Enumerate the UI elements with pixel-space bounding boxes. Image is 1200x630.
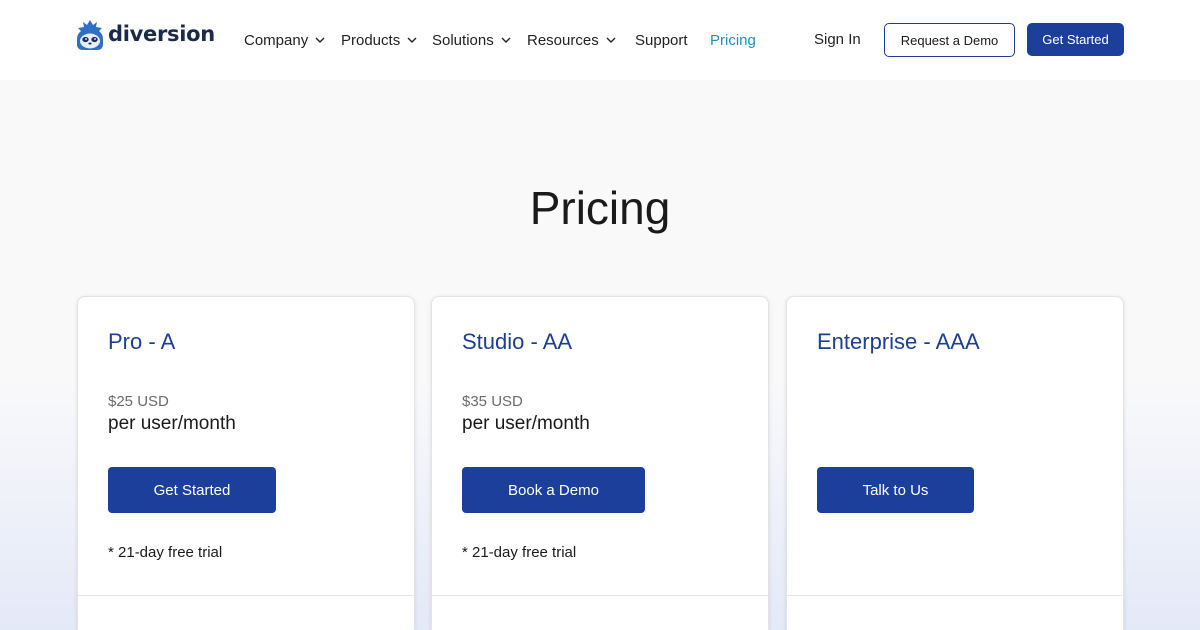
plan-trial-note: * 21-day free trial [108,544,223,561]
pricing-card-enterprise: Enterprise - AAA Talk to Us [786,296,1124,630]
nav-item-products[interactable]: Products [341,30,417,50]
chevron-down-icon [501,37,511,43]
plan-trial-note: * 21-day free trial [462,544,577,561]
nav-item-label: Products [341,31,401,49]
plan-name: Studio - AA [462,329,573,354]
get-started-button[interactable]: Get Started [1027,23,1124,56]
plan-talk-to-us-button[interactable]: Talk to Us [817,467,974,513]
chevron-down-icon [606,37,616,43]
plan-get-started-button[interactable]: Get Started [108,467,276,513]
plan-price: $25 USD [108,393,169,410]
nav-item-label: Support [635,31,688,49]
nav-item-solutions[interactable]: Solutions [432,30,511,50]
nav-item-label: Pricing [710,31,756,49]
plan-price: $35 USD [462,393,523,410]
sloth-logo-icon [77,20,103,50]
pricing-card-studio: Studio - AA $35 USD per user/month Book … [431,296,769,630]
nav-item-label: Company [244,31,309,49]
brand-name: diversion [108,22,215,46]
plan-price-unit: per user/month [462,413,590,434]
nav-item-label: Solutions [432,31,494,49]
pricing-card-pro: Pro - A $25 USD per user/month Get Start… [77,296,415,630]
nav-item-support[interactable]: Support [635,30,688,50]
top-navbar: diversion Company Products Solutions Res… [0,0,1200,80]
chevron-down-icon [407,37,417,43]
card-divider [787,595,1123,596]
sign-in-link[interactable]: Sign In [814,30,861,50]
plan-name: Pro - A [108,329,176,354]
plan-book-demo-button[interactable]: Book a Demo [462,467,645,513]
nav-item-resources[interactable]: Resources [527,30,616,50]
chevron-down-icon [315,37,325,43]
nav-item-pricing[interactable]: Pricing [710,30,756,50]
brand-logo[interactable]: diversion [76,19,215,51]
nav-item-label: Resources [527,31,599,49]
card-divider [78,595,414,596]
nav-item-company[interactable]: Company [244,30,325,50]
plan-name: Enterprise - AAA [817,329,980,354]
page-title: Pricing [529,182,671,234]
request-demo-button[interactable]: Request a Demo [884,23,1015,57]
card-divider [432,595,768,596]
plan-price-unit: per user/month [108,413,236,434]
